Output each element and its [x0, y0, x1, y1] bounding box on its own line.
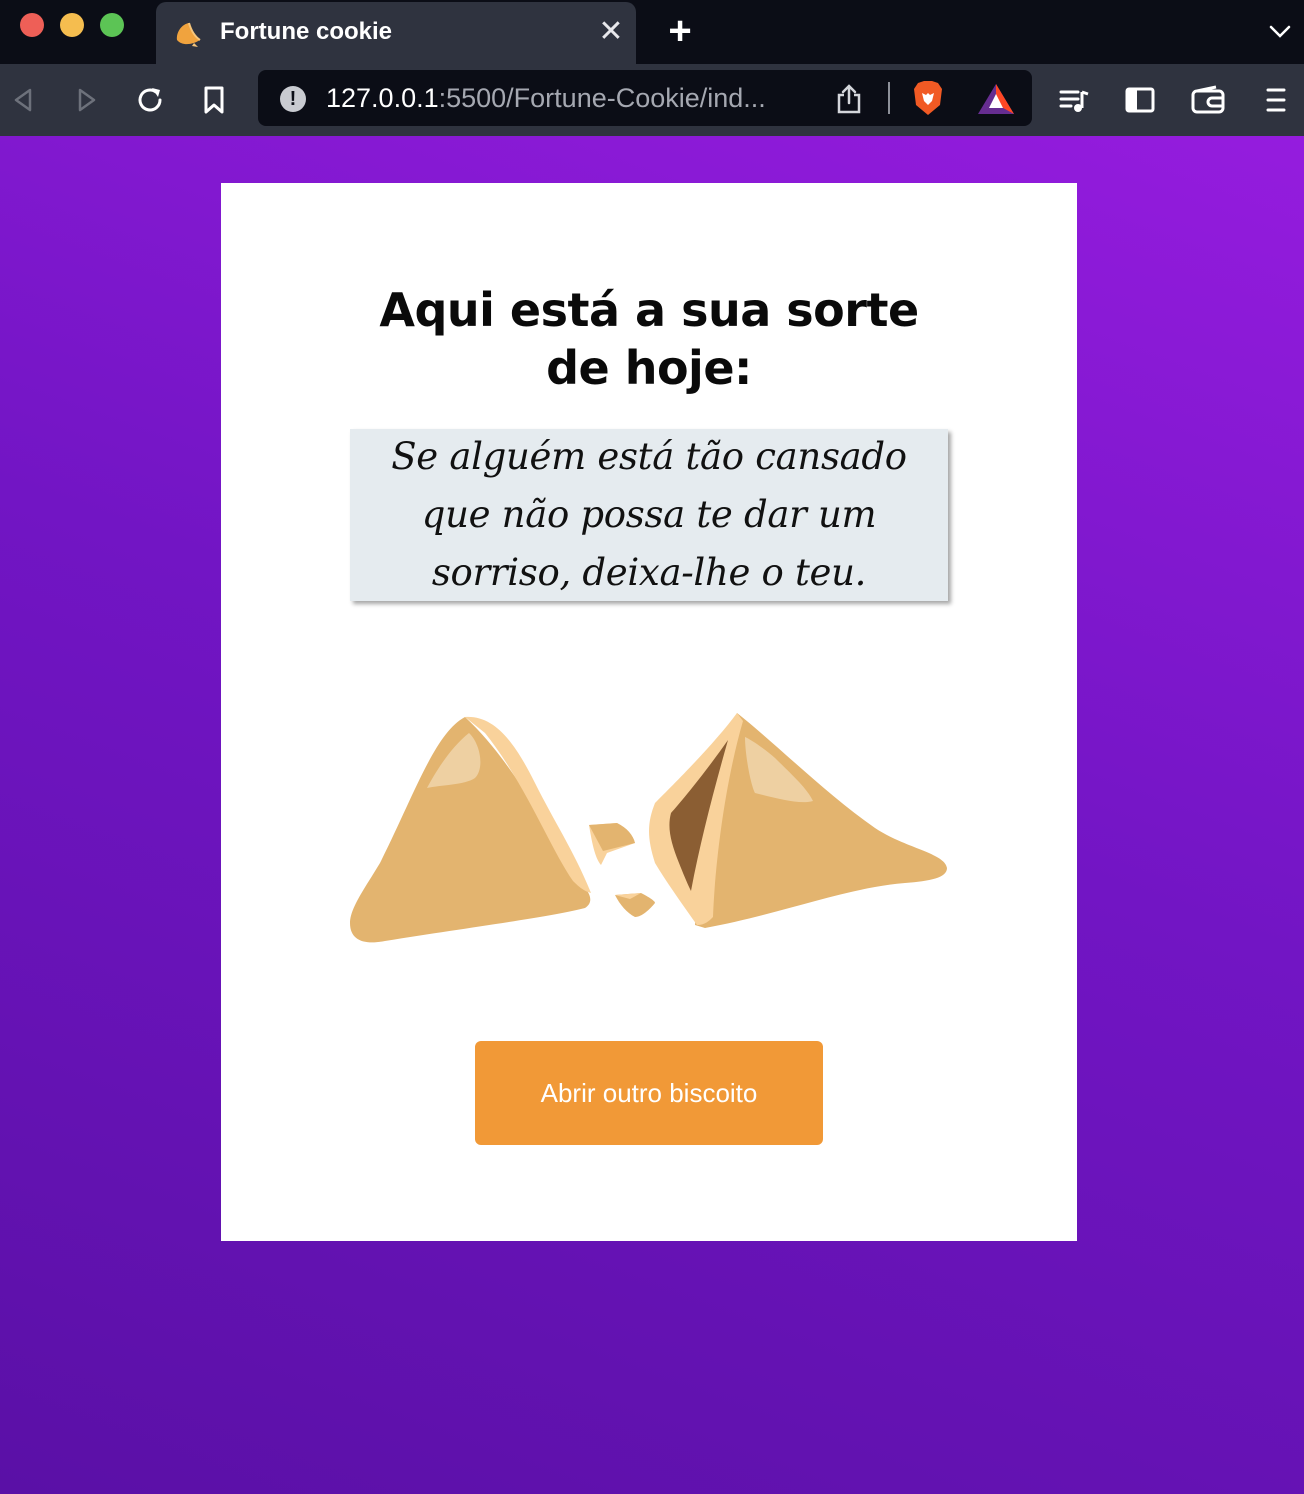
brave-rewards-icon[interactable]	[976, 82, 1016, 116]
url-text[interactable]: 127.0.0.1:5500/Fortune-Cookie/ind...	[326, 83, 766, 113]
url-host: 127.0.0.1	[326, 83, 439, 113]
fortune-message: Se alguém está tão cansado que não possa…	[391, 435, 907, 594]
chevron-down-icon[interactable]	[1268, 22, 1292, 42]
tab-title: Fortune cookie	[220, 18, 393, 45]
close-tab-icon[interactable]: ✕	[596, 17, 626, 47]
brave-shields-icon[interactable]	[910, 79, 946, 117]
open-another-cookie-button[interactable]: Abrir outro biscoito	[475, 1041, 823, 1145]
menu-icon[interactable]	[1260, 84, 1292, 116]
playlist-icon[interactable]	[1058, 84, 1090, 116]
address-bar[interactable]: ! 127.0.0.1:5500/Fortune-Cookie/ind...	[258, 70, 1032, 126]
browser-toolbar: ! 127.0.0.1:5500/Fortune-Cookie/ind...	[0, 64, 1304, 136]
page-background: Aqui está a sua sorte de hoje: Se alguém…	[0, 136, 1304, 1494]
wallet-icon[interactable]	[1190, 84, 1226, 116]
address-bar-divider	[888, 82, 890, 114]
zoom-window-button[interactable]	[100, 13, 124, 37]
reload-icon[interactable]	[134, 84, 166, 116]
sidebar-icon[interactable]	[1124, 84, 1156, 116]
forward-icon[interactable]	[70, 84, 102, 116]
fortune-card: Aqui está a sua sorte de hoje: Se alguém…	[221, 183, 1077, 1241]
broken-fortune-cookie-image	[350, 713, 947, 943]
browser-tab[interactable]: Fortune cookie ✕	[156, 2, 636, 64]
share-icon[interactable]	[834, 83, 864, 115]
tab-bar: Fortune cookie ✕ +	[0, 0, 1304, 64]
site-info-icon[interactable]: !	[280, 86, 306, 112]
fortune-message-box: Se alguém está tão cansado que não possa…	[350, 429, 948, 601]
url-path: :5500/Fortune-Cookie/ind...	[438, 83, 766, 113]
close-window-button[interactable]	[20, 13, 44, 37]
minimize-window-button[interactable]	[60, 13, 84, 37]
fortune-cookie-icon	[176, 22, 201, 47]
new-tab-icon[interactable]: +	[662, 11, 698, 51]
page-title: Aqui está a sua sorte de hoje:	[379, 283, 919, 395]
bookmark-icon[interactable]	[198, 84, 230, 116]
back-icon[interactable]	[8, 84, 40, 116]
